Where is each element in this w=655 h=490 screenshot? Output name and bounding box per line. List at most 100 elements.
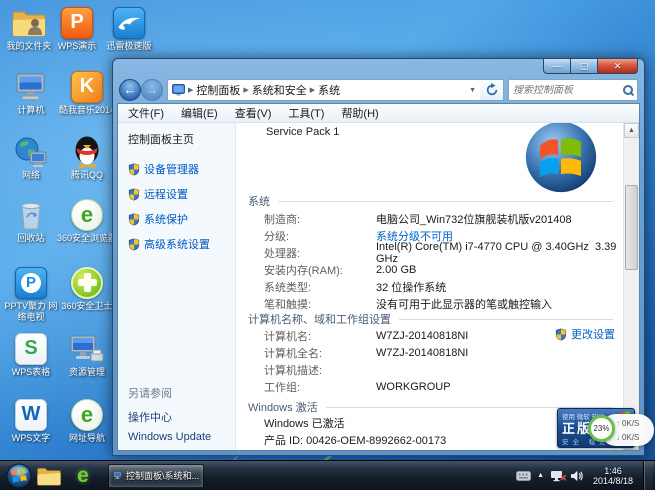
desktop-icon-computer[interactable]: 计算机 xyxy=(2,70,60,116)
scroll-up-icon[interactable]: ▲ xyxy=(624,123,639,138)
info-row: 计算机全名:W7ZJ-20140818NI xyxy=(264,344,617,361)
minimize-button[interactable]: — xyxy=(543,59,571,74)
menu-tools[interactable]: 工具(T) xyxy=(288,105,324,121)
desktop: 我的文件夹 P WPS演示 迅雷极速版 计算机 K 酷我音乐2014 网络 腾讯… xyxy=(0,0,655,490)
resource-manager-icon xyxy=(69,333,105,365)
processor-value: Intel(R) Core(TM) i7-4770 CPU @ 3.40GHz … xyxy=(376,241,617,265)
desktop-icon-thunder[interactable]: 迅雷极速版 xyxy=(100,6,158,52)
address-dropdown-icon[interactable]: ▼ xyxy=(469,87,476,94)
product-id: 产品 ID: 00426-OEM-8992662-00173 xyxy=(264,432,446,448)
vertical-scrollbar[interactable]: ▲ ▼ xyxy=(623,123,639,450)
menu-bar: 文件(F) 编辑(E) 查看(V) 工具(T) 帮助(H) xyxy=(118,104,639,123)
service-pack-text: Service Pack 1 xyxy=(266,126,339,138)
info-row: 制造商:电脑公司_Win732位旗舰装机版v201408 xyxy=(264,210,617,227)
windows-start-icon xyxy=(6,463,32,489)
speed-widget[interactable]: ↑0K/S ↓0K/S 23% xyxy=(588,412,654,448)
minimize-icon: — xyxy=(553,62,562,70)
address-bar[interactable]: ▶ 控制面板 ▶ 系统和安全 ▶ 系统 ▼ xyxy=(167,79,481,101)
sidebar-item-label: 远程设置 xyxy=(144,186,188,202)
desktop-icon-network[interactable]: 网络 xyxy=(2,135,60,181)
chevron-right-icon: ▶ xyxy=(310,86,315,94)
thunder-bird-icon xyxy=(113,7,145,39)
refresh-icon xyxy=(485,83,499,97)
main-content: Service Pack 1 系统 制造商:电脑公司_Win732位旗舰装机版v… xyxy=(236,123,623,450)
desktop-icon-pptv[interactable]: P PPTV聚力 网络电视 xyxy=(2,266,60,323)
breadcrumb-control-panel[interactable]: 控制面板 xyxy=(196,82,240,98)
volume-icon[interactable] xyxy=(570,470,583,482)
system-type-value: 32 位操作系统 xyxy=(376,279,446,295)
desktop-icon-recycle-bin[interactable]: 回收站 xyxy=(2,198,60,244)
sidebar-item-performance-tools[interactable]: 性能信息和工具 xyxy=(128,449,211,450)
browser-e-icon: e xyxy=(77,464,89,488)
breadcrumb-system-security[interactable]: 系统和安全 xyxy=(252,82,307,98)
info-row: 计算机名:W7ZJ-20140818NI xyxy=(264,327,617,344)
computer-info-rows: 计算机名:W7ZJ-20140818NI 计算机全名:W7ZJ-20140818… xyxy=(264,327,617,395)
network-globe-icon xyxy=(14,136,48,168)
desktop-icon-wps-writer[interactable]: W WPS文字 xyxy=(2,398,60,444)
sidebar: 控制面板主页 设备管理器 远程设置 系统保护 xyxy=(118,123,236,450)
desktop-icon-wps-sheet[interactable]: S WPS表格 xyxy=(2,332,60,378)
icon-label: WPS文字 xyxy=(2,433,60,444)
maximize-button[interactable]: ▢ xyxy=(571,59,598,74)
sidebar-item-remote-settings[interactable]: 远程设置 xyxy=(128,186,235,202)
360-browser-icon: e xyxy=(71,199,103,231)
icon-label: 回收站 xyxy=(2,233,60,244)
info-row: 工作组:WORKGROUP xyxy=(264,378,617,395)
desktop-icon-360-safe[interactable]: 360安全卫士 xyxy=(55,266,119,312)
show-hidden-icons-button[interactable]: ▲ xyxy=(537,472,544,479)
desktop-icon-360-browser[interactable]: e 360安全浏览器 xyxy=(55,198,119,244)
show-desktop-button[interactable] xyxy=(643,461,653,490)
title-bar[interactable]: — ▢ ✕ xyxy=(117,59,640,77)
uac-shield-icon xyxy=(128,188,140,201)
taskbar-browser-button[interactable]: e xyxy=(66,463,100,489)
search-input[interactable] xyxy=(513,85,623,96)
desktop-icon-kuwo-music[interactable]: K 酷我音乐2014 xyxy=(55,70,119,116)
icon-label: WPS演示 xyxy=(48,41,106,52)
menu-help[interactable]: 帮助(H) xyxy=(341,105,378,121)
info-row: 系统类型:32 位操作系统 xyxy=(264,278,617,295)
close-button[interactable]: ✕ xyxy=(598,59,638,74)
breadcrumb-system[interactable]: 系统 xyxy=(318,82,340,98)
recycle-bin-icon xyxy=(16,198,46,231)
menu-view[interactable]: 查看(V) xyxy=(235,105,272,121)
taskbar-explorer-button[interactable] xyxy=(32,463,66,489)
computer-icon xyxy=(113,468,122,483)
start-button[interactable] xyxy=(6,463,32,489)
memory-percent-ball[interactable]: 23% xyxy=(588,415,615,442)
desktop-icon-qq[interactable]: 腾讯QQ xyxy=(55,135,119,181)
menu-file[interactable]: 文件(F) xyxy=(128,105,164,121)
sidebar-item-action-center[interactable]: 操作中心 xyxy=(128,409,211,425)
pptv-icon: P xyxy=(15,267,47,299)
uac-shield-icon xyxy=(128,163,140,176)
workgroup-value: WORKGROUP xyxy=(376,381,451,393)
desktop-icon-wps-presentation[interactable]: P WPS演示 xyxy=(48,6,106,52)
sidebar-item-device-manager[interactable]: 设备管理器 xyxy=(128,161,235,177)
learn-more-link[interactable]: 联机了解更多内容... xyxy=(536,449,633,450)
scrollbar-thumb[interactable] xyxy=(625,185,638,270)
wps-presentation-icon: P xyxy=(61,7,93,39)
clock-time: 1:46 xyxy=(589,466,637,476)
taskbar-active-window-button[interactable]: 控制面板\系统和... xyxy=(108,464,204,488)
menu-edit[interactable]: 编辑(E) xyxy=(181,105,218,121)
desktop-icon-site-nav[interactable]: e 网址导航 xyxy=(55,398,119,444)
icon-label: 腾讯QQ xyxy=(55,170,119,181)
taskbar-clock[interactable]: 1:46 2014/8/18 xyxy=(589,466,637,486)
refresh-button[interactable] xyxy=(480,79,504,101)
icon-label: WPS表格 xyxy=(2,367,60,378)
sidebar-item-system-protection[interactable]: 系统保护 xyxy=(128,211,235,227)
sidebar-item-windows-update[interactable]: Windows Update xyxy=(128,431,211,443)
back-button[interactable]: ← xyxy=(119,79,141,101)
network-status-icon[interactable]: ✕ xyxy=(550,470,564,482)
folder-icon xyxy=(36,465,62,487)
sidebar-item-advanced-settings[interactable]: 高级系统设置 xyxy=(128,236,235,252)
forward-button[interactable]: → xyxy=(141,79,163,101)
wps-sheet-icon: S xyxy=(15,333,47,365)
sidebar-home-link[interactable]: 控制面板主页 xyxy=(128,131,235,147)
icon-label: 360安全卫士 xyxy=(55,301,119,312)
input-method-icon[interactable] xyxy=(516,471,531,481)
computer-fullname-value: W7ZJ-20140818NI xyxy=(376,347,468,359)
desktop-icon-resource-manager[interactable]: 资源管理 xyxy=(55,332,119,378)
see-also-header: 另请参阅 xyxy=(128,385,211,401)
search-box[interactable] xyxy=(508,79,638,101)
search-icon[interactable] xyxy=(623,85,633,95)
